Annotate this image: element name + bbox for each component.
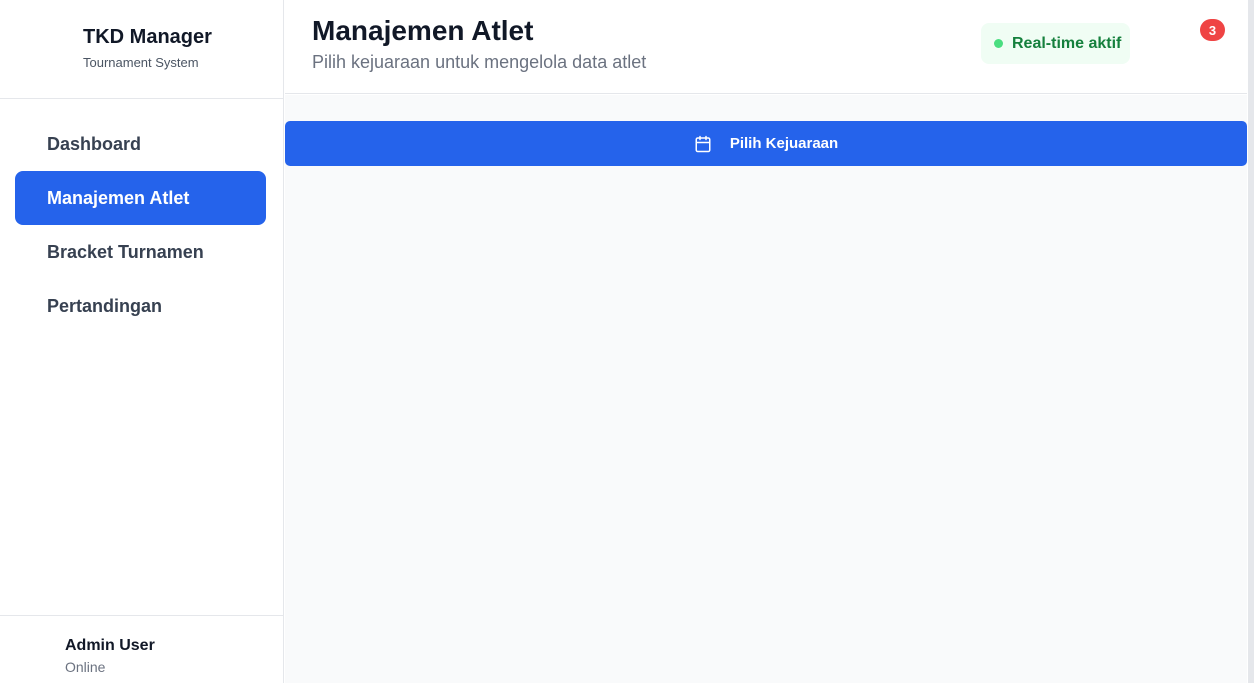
status-dot-icon xyxy=(994,39,1003,48)
sidebar-item-manajemen-atlet[interactable]: Manajemen Atlet xyxy=(15,171,266,225)
sidebar-item-dashboard[interactable]: Dashboard xyxy=(15,117,266,171)
page-subtitle: Pilih kejuaraan untuk mengelola data atl… xyxy=(312,52,647,72)
user-status: Online xyxy=(65,659,106,675)
main-content: Pilih Kejuaraan xyxy=(285,95,1247,683)
page-header: Manajemen Atlet Pilih kejuaraan untuk me… xyxy=(285,0,1247,94)
sidebar-item-label: Pertandingan xyxy=(47,295,163,316)
select-championship-button[interactable]: Pilih Kejuaraan xyxy=(285,121,1247,166)
user-name: Admin User xyxy=(65,637,155,654)
sidebar-item-label: Bracket Turnamen xyxy=(47,241,204,262)
select-championship-label: Pilih Kejuaraan xyxy=(729,135,839,152)
brand: TKD Manager Tournament System xyxy=(0,0,284,99)
sidebar-item-label: Manajemen Atlet xyxy=(47,187,190,208)
calendar-icon xyxy=(694,135,712,153)
sidebar-item-bracket-turnamen[interactable]: Bracket Turnamen xyxy=(15,225,266,279)
brand-subtitle: Tournament System xyxy=(83,55,199,70)
sidebar-item-pertandingan[interactable]: Pertandingan xyxy=(15,279,266,333)
realtime-status-label: Real-time aktif xyxy=(1012,34,1122,52)
page-title: Manajemen Atlet xyxy=(312,15,534,46)
realtime-status-badge: Real-time aktif xyxy=(981,23,1130,64)
notification-badge[interactable]: 3 xyxy=(1200,19,1225,41)
sidebar: TKD Manager Tournament System Dashboard … xyxy=(0,0,284,683)
sidebar-item-label: Dashboard xyxy=(47,133,142,154)
brand-title: TKD Manager xyxy=(83,26,212,48)
scrollbar-thumb[interactable] xyxy=(1248,0,1254,683)
user-profile[interactable]: Admin User Online xyxy=(0,615,284,683)
